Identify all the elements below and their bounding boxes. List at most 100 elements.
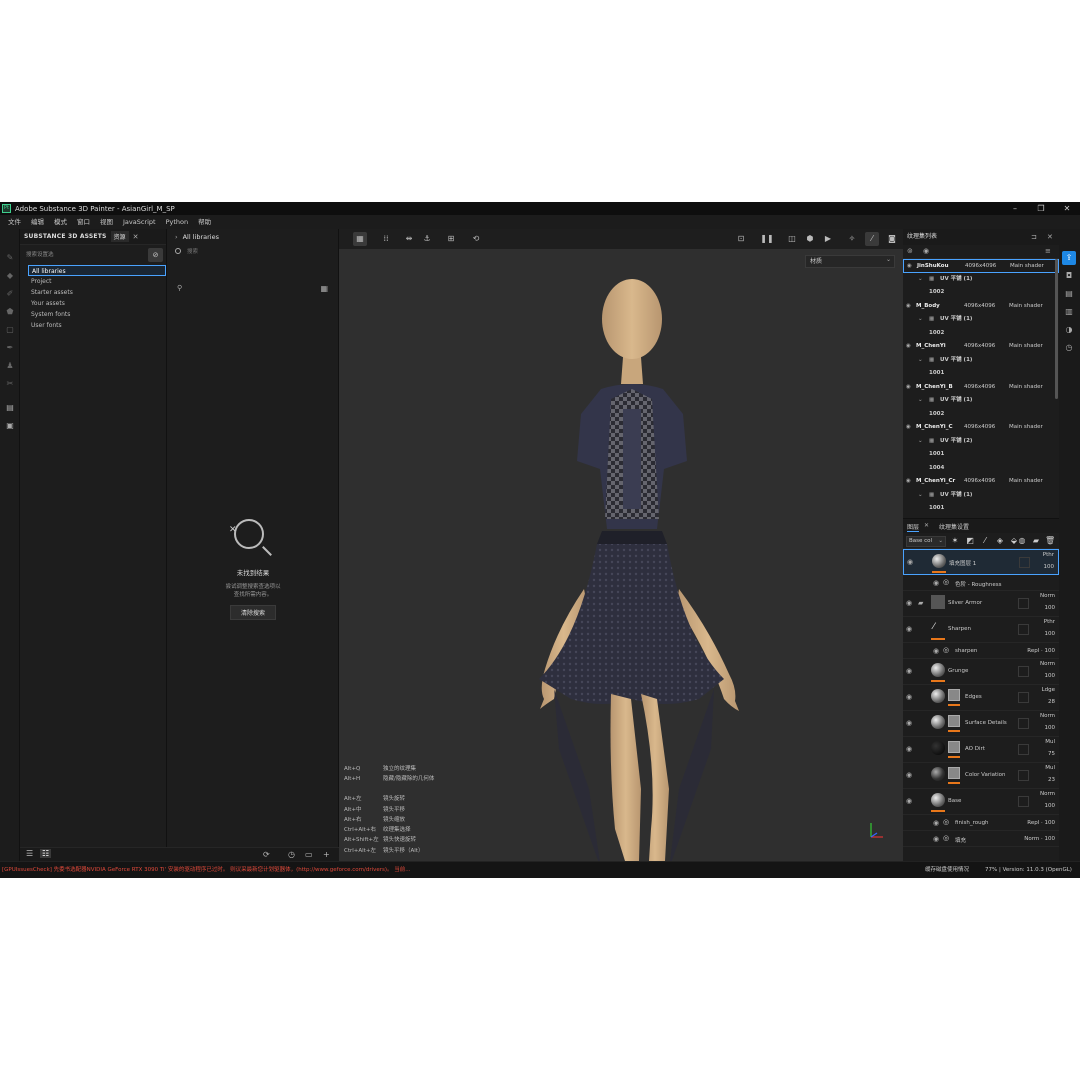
texture-set-row[interactable]: ◉ M_ChenYi_Cr 4096x4096 Main shader (903, 475, 1059, 489)
restore-icon[interactable]: ❐ (1028, 202, 1054, 215)
eye-icon[interactable]: ◉ (906, 475, 911, 489)
list-options-icon[interactable]: ≡ (1045, 247, 1051, 255)
layer-mask-slot[interactable] (1018, 796, 1029, 807)
udim-row[interactable]: 1004 (903, 462, 1059, 476)
clone-icon[interactable]: ✒ (5, 343, 15, 353)
detach-icon[interactable]: ⊐ (1031, 229, 1037, 245)
cache-disk-usage[interactable]: 缓存磁盘使用情况 (925, 862, 969, 878)
udim-row[interactable]: 1001 (903, 448, 1059, 462)
layer-effect-row[interactable]: ◉ ◎ 填充 Norm · 100 (903, 831, 1059, 847)
eye-icon[interactable]: ◉ (906, 340, 911, 354)
menu-file[interactable]: 文件 (3, 215, 26, 229)
eye-icon[interactable]: ◉ (933, 819, 939, 827)
viewer-settings-icon[interactable]: ▤ (1062, 287, 1076, 301)
eye-icon[interactable]: ◉ (906, 719, 912, 727)
layer-mask-slot[interactable] (1018, 692, 1029, 703)
close-layers-icon[interactable]: ✕ (924, 522, 929, 529)
udim-row[interactable]: 1002 (903, 408, 1059, 422)
layer-mask-slot[interactable] (1018, 624, 1029, 635)
layer-mask-slot[interactable] (1018, 744, 1029, 755)
layer-row[interactable]: ◉ Surface Details Norm 100 (903, 711, 1059, 737)
layer-opacity[interactable]: 28 (1033, 699, 1055, 705)
layer-mask-slot[interactable] (1018, 718, 1029, 729)
chevron-down-icon[interactable]: ⌄ (918, 394, 923, 408)
blend-mode[interactable]: Ldge (1033, 687, 1055, 693)
layer-opacity[interactable]: 75 (1033, 751, 1055, 757)
mask-thumbnail[interactable] (948, 715, 960, 727)
layer-mask-slot[interactable] (1018, 666, 1029, 677)
menu-view[interactable]: 视图 (95, 215, 118, 230)
blend-mode[interactable]: Mul (1033, 739, 1055, 745)
layer-opacity[interactable]: 100 (1032, 564, 1055, 570)
minimize-icon[interactable]: – (1002, 202, 1028, 215)
breadcrumb-label[interactable]: All libraries (183, 233, 219, 241)
visibility-icon[interactable]: ◉ (923, 247, 929, 255)
tab-texture-set-settings[interactable]: 纹理集设置 (939, 522, 969, 531)
paint-brush-icon[interactable]: ✎ (5, 253, 15, 263)
library-system-fonts[interactable]: System fonts (20, 309, 166, 320)
mask-thumbnail[interactable] (948, 767, 960, 779)
effect-blend[interactable]: Repl · 100 (1027, 648, 1055, 654)
layer-opacity[interactable]: 100 (1033, 673, 1056, 679)
layer-opacity[interactable]: 100 (1033, 605, 1056, 611)
add-paint-layer-icon[interactable]: ⁄ (980, 536, 990, 546)
projection-icon[interactable]: ✐ (5, 289, 15, 299)
layer-mask-slot[interactable] (1019, 557, 1030, 568)
import-icon[interactable]: ▭ (305, 850, 313, 859)
eye-icon[interactable]: ◉ (933, 835, 939, 843)
blend-mode[interactable]: Norm (1033, 661, 1055, 667)
layer-row[interactable]: ◉ Edges Ldge 28 (903, 685, 1059, 711)
udim-row[interactable]: 1001 (903, 367, 1059, 381)
menu-mode[interactable]: 模式 (49, 215, 72, 229)
delete-layer-icon[interactable]: 🗑 (1045, 536, 1055, 546)
menu-python[interactable]: Python (161, 215, 194, 229)
eye-icon[interactable]: ◉ (906, 625, 912, 633)
layer-effect-row[interactable]: ◉ ◎ sharpen Repl · 100 (903, 643, 1059, 659)
eye-icon[interactable]: ◉ (933, 647, 939, 655)
polygon-fill-icon[interactable]: ✂ (5, 379, 15, 389)
udim-row[interactable]: 1002 (903, 327, 1059, 341)
chevron-down-icon[interactable]: ⌄ (918, 273, 923, 287)
chevron-down-icon[interactable]: ⌄ (918, 354, 923, 368)
export-icon[interactable]: ▣ (5, 421, 15, 431)
texture-set-row[interactable]: ◉ JinShuKou 4096x4096 Main shader (903, 259, 1059, 273)
eye-icon[interactable]: ◉ (906, 599, 912, 607)
chevron-down-icon[interactable]: ⌄ (918, 489, 923, 503)
geometry-fill-icon[interactable]: ⬟ (5, 307, 15, 317)
blend-mode[interactable]: Pthr (1033, 619, 1055, 625)
menu-window[interactable]: 窗口 (72, 215, 95, 229)
uv-tile-row[interactable]: ⌄ ▦ UV 平铺 (2) (903, 435, 1059, 449)
layer-row[interactable]: ◉ Grunge Norm 100 (903, 659, 1059, 685)
layer-row[interactable]: ◉ ▰ Silver Armor Norm 100 (903, 591, 1059, 617)
smudge-icon[interactable]: ▢ (5, 325, 15, 335)
effect-blend[interactable]: Norm · 100 (1024, 836, 1055, 842)
library-starter[interactable]: Starter assets (20, 287, 166, 298)
assets-tab[interactable]: 资源 (110, 231, 129, 242)
eye-icon[interactable]: ◉ (907, 558, 913, 566)
share-icon[interactable]: ⇪ (1062, 251, 1076, 265)
layer-mask-slot[interactable] (1018, 598, 1029, 609)
menu-help[interactable]: 帮助 (193, 215, 216, 229)
list-view-icon[interactable]: ☰ (26, 849, 33, 858)
texture-set-scrollbar[interactable] (1055, 259, 1058, 399)
add-effect-icon[interactable]: ✶ (950, 536, 960, 546)
gpu-warning[interactable]: [GPUIssuesCheck] 先委书选配器NVIDIA GeForce RT… (2, 862, 411, 878)
environment-icon[interactable]: ◑ (1062, 323, 1076, 337)
search-bar[interactable]: 搜索 (167, 245, 338, 259)
eye-icon[interactable]: ◉ (906, 381, 911, 395)
channel-select[interactable]: Base col ⌄ (906, 536, 946, 547)
eye-icon[interactable]: ◉ (906, 693, 912, 701)
close-icon[interactable]: ✕ (1054, 202, 1080, 215)
layer-row[interactable]: ◉ AO Dirt Mul 75 (903, 737, 1059, 763)
layer-row[interactable]: ◉ Color Variation Mul 23 (903, 763, 1059, 789)
history-panel-icon[interactable]: ◷ (1062, 341, 1076, 355)
eye-icon[interactable]: ◉ (907, 260, 912, 274)
uv-tile-row[interactable]: ⌄ ▦ UV 平铺 (1) (903, 313, 1059, 327)
close-panel-icon[interactable]: ✕ (1047, 229, 1053, 245)
link-icon[interactable]: ⊚ (907, 247, 913, 255)
uv-tile-row[interactable]: ⌄ ▦ UV 平铺 (1) (903, 489, 1059, 503)
search-input[interactable]: 搜索 (187, 249, 198, 255)
layer-row[interactable]: ◉ ⁄ Sharpen Pthr 100 (903, 617, 1059, 643)
add-icon[interactable]: + (323, 850, 330, 859)
udim-row[interactable]: 1001 (903, 502, 1059, 516)
